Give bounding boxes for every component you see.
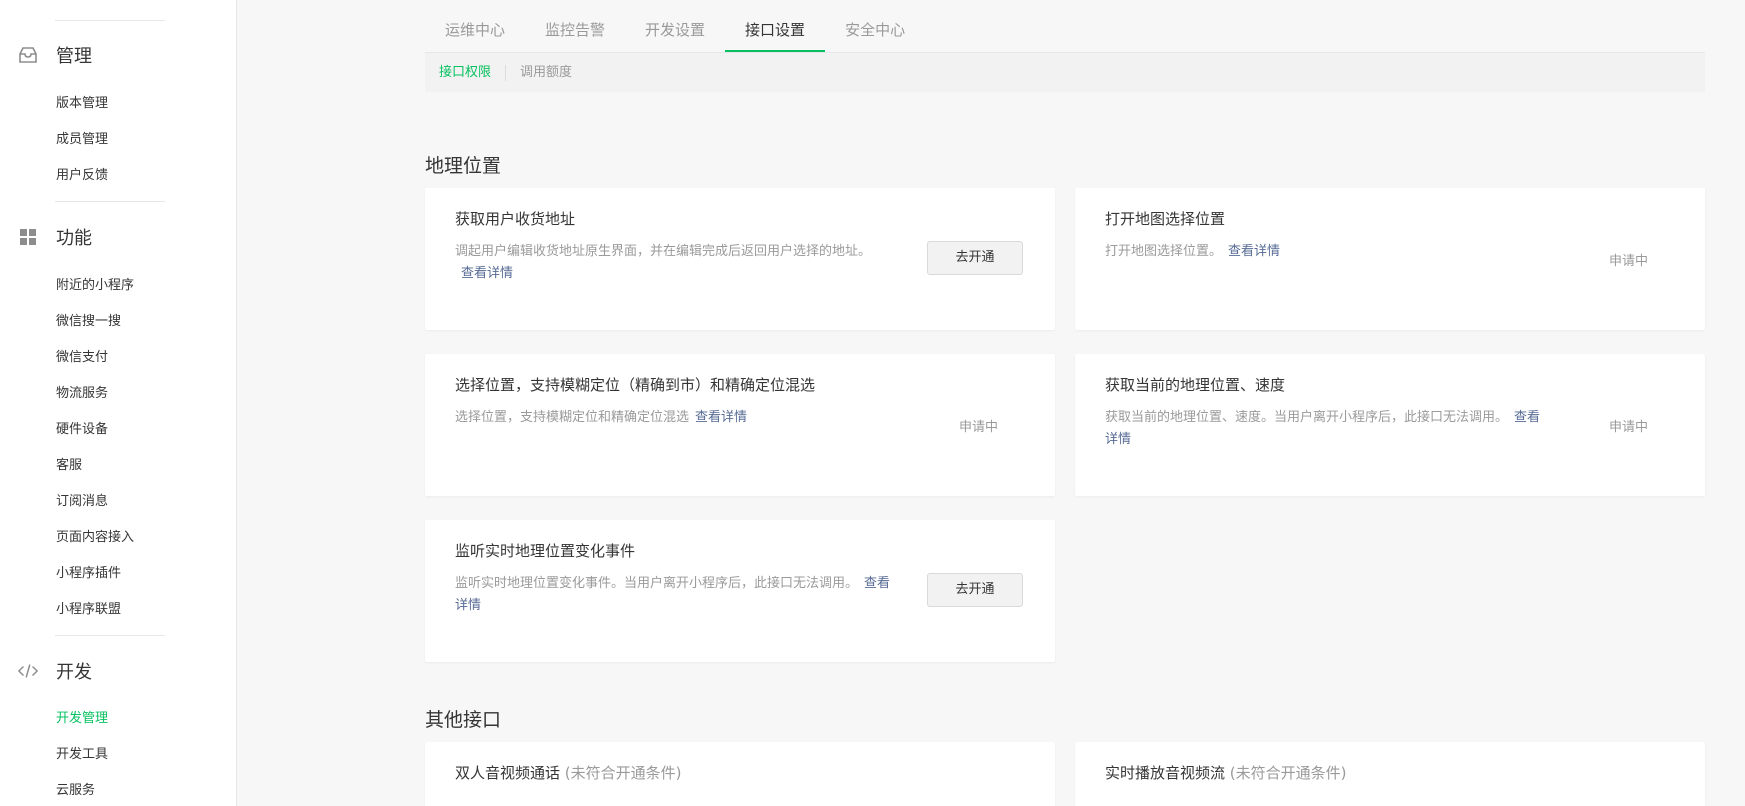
sidebar-divider <box>55 635 165 636</box>
sidebar-item-plugin[interactable]: 小程序插件 <box>56 565 121 583</box>
tab-security[interactable]: 安全中心 <box>825 0 925 51</box>
sidebar-item-hardware[interactable]: 硬件设备 <box>56 421 108 439</box>
sidebar-group-features: 功能 <box>18 224 92 250</box>
api-card-title: 实时播放音视频流 (未符合开通条件) <box>1105 762 1347 783</box>
api-card-title: 双人音视频通话 (未符合开通条件) <box>455 762 682 783</box>
sidebar-item-members[interactable]: 成员管理 <box>56 131 108 149</box>
api-card-desc: 获取当前的地理位置、速度。当用户离开小程序后，此接口无法调用。 查看详情 <box>1105 407 1545 451</box>
sidebar-item-content[interactable]: 页面内容接入 <box>56 529 134 547</box>
sidebar-divider <box>55 201 165 202</box>
section-title-geo: 地理位置 <box>425 155 502 177</box>
section-title-other: 其他接口 <box>425 709 502 731</box>
api-card-desc-text: 调起用户编辑收货地址原生界面，并在编辑完成后返回用户选择的地址。 <box>455 244 872 259</box>
api-card: 双人音视频通话 (未符合开通条件) <box>425 742 1055 806</box>
ineligible-note: (未符合开通条件) <box>1229 764 1347 782</box>
tab-monitor[interactable]: 监控告警 <box>525 0 625 51</box>
tab-api-settings[interactable]: 接口设置 <box>725 0 826 52</box>
tab-dev-settings[interactable]: 开发设置 <box>625 0 725 51</box>
api-card-desc-text: 获取当前的地理位置、速度。当用户离开小程序后，此接口无法调用。 <box>1105 410 1509 425</box>
api-card: 获取当前的地理位置、速度 获取当前的地理位置、速度。当用户离开小程序后，此接口无… <box>1075 354 1705 496</box>
sidebar-group-manage: 管理 <box>18 42 92 68</box>
main-content: 运维中心 监控告警 开发设置 接口设置 安全中心 接口权限 调用额度 地理位置 … <box>425 0 1705 806</box>
sidebar-item-service[interactable]: 客服 <box>56 457 82 475</box>
ineligible-note: (未符合开通条件) <box>564 764 682 782</box>
api-card-title: 监听实时地理位置变化事件 <box>455 542 636 560</box>
sidebar-group-label: 功能 <box>56 228 92 249</box>
sidebar-group-label: 开发 <box>56 662 92 683</box>
sidebar-item-union[interactable]: 小程序联盟 <box>56 601 121 619</box>
api-card-desc-text: 选择位置，支持模糊定位和精确定位混选 <box>455 410 690 425</box>
api-card-desc: 打开地图选择位置。 查看详情 <box>1105 241 1545 263</box>
status-badge: 申请中 <box>958 420 998 435</box>
api-card-desc-text: 打开地图选择位置。 <box>1105 244 1223 259</box>
sidebar-item-nearby[interactable]: 附近的小程序 <box>56 277 134 295</box>
api-card-title: 获取用户收货地址 <box>455 210 576 228</box>
sub-tabs: 接口权限 调用额度 <box>425 53 1705 92</box>
enable-button[interactable]: 去开通 <box>927 573 1023 607</box>
api-card-desc-text: 监听实时地理位置变化事件。当用户离开小程序后，此接口无法调用。 <box>455 576 859 591</box>
view-details-link[interactable]: 查看详情 <box>695 410 747 425</box>
api-card: 选择位置，支持模糊定位（精确到市）和精确定位混选 选择位置，支持模糊定位和精确定… <box>425 354 1055 496</box>
sidebar: 管理 版本管理 成员管理 用户反馈 功能 附近的小程序 微信搜一搜 微信支付 物… <box>0 0 237 806</box>
sidebar-group-label: 管理 <box>56 46 92 67</box>
api-card: 实时播放音视频流 (未符合开通条件) <box>1075 742 1705 806</box>
view-details-link[interactable]: 查看详情 <box>1228 244 1280 259</box>
sidebar-item-search[interactable]: 微信搜一搜 <box>56 313 121 331</box>
code-icon <box>18 661 38 681</box>
sidebar-item-dev-manage[interactable]: 开发管理 <box>56 710 108 728</box>
api-card-desc: 调起用户编辑收货地址原生界面，并在编辑完成后返回用户选择的地址。查看详情 <box>455 241 885 285</box>
api-card-title: 选择位置，支持模糊定位（精确到市）和精确定位混选 <box>455 376 816 394</box>
tab-ops[interactable]: 运维中心 <box>425 0 525 51</box>
sidebar-item-subscribe[interactable]: 订阅消息 <box>56 493 108 511</box>
subtab-api-permission[interactable]: 接口权限 <box>425 65 505 81</box>
sidebar-item-pay[interactable]: 微信支付 <box>56 349 108 367</box>
status-badge: 申请中 <box>1608 254 1648 269</box>
api-card-desc: 监听实时地理位置变化事件。当用户离开小程序后，此接口无法调用。 查看详情 <box>455 573 895 617</box>
api-card-desc: 选择位置，支持模糊定位和精确定位混选 查看详情 <box>455 407 895 429</box>
sidebar-divider <box>55 20 165 21</box>
sidebar-group-dev: 开发 <box>18 658 92 684</box>
sidebar-item-dev-tools[interactable]: 开发工具 <box>56 746 108 764</box>
sidebar-item-logistics[interactable]: 物流服务 <box>56 385 108 403</box>
subtab-call-quota[interactable]: 调用额度 <box>505 64 586 81</box>
enable-button[interactable]: 去开通 <box>927 241 1023 275</box>
api-card-title: 打开地图选择位置 <box>1105 210 1226 228</box>
top-tabs: 运维中心 监控告警 开发设置 接口设置 安全中心 <box>425 0 1705 53</box>
api-card-title-text: 双人音视频通话 <box>455 764 561 782</box>
sidebar-item-version[interactable]: 版本管理 <box>56 95 108 113</box>
api-card: 获取用户收货地址 调起用户编辑收货地址原生界面，并在编辑完成后返回用户选择的地址… <box>425 188 1055 330</box>
api-card: 打开地图选择位置 打开地图选择位置。 查看详情 申请中 <box>1075 188 1705 330</box>
api-card: 监听实时地理位置变化事件 监听实时地理位置变化事件。当用户离开小程序后，此接口无… <box>425 520 1055 662</box>
sidebar-item-feedback[interactable]: 用户反馈 <box>56 167 108 185</box>
status-badge: 申请中 <box>1608 420 1648 435</box>
view-details-link[interactable]: 查看详情 <box>461 266 513 281</box>
grid-icon <box>18 227 38 247</box>
api-card-title-text: 实时播放音视频流 <box>1105 764 1226 782</box>
sidebar-item-cloud[interactable]: 云服务 <box>56 782 95 800</box>
inbox-icon <box>18 45 38 65</box>
api-card-title: 获取当前的地理位置、速度 <box>1105 376 1286 394</box>
